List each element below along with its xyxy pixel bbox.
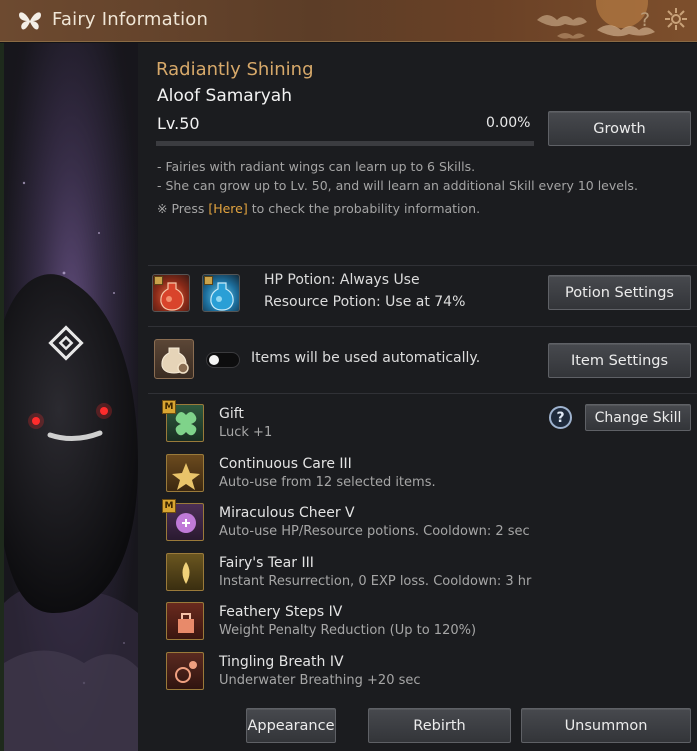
hp-potion-setting: HP Potion: Always Use [264, 272, 420, 288]
description-line: - Fairies with radiant wings can learn u… [157, 159, 476, 174]
window-title: Fairy Information [52, 9, 209, 30]
flask-gear-icon [161, 347, 189, 374]
close-icon[interactable] [664, 7, 688, 31]
fairy-name: Aloof Samaryah [157, 86, 292, 106]
exp-bar [156, 141, 534, 146]
probability-info-link[interactable]: [Here] [208, 201, 247, 216]
skill-name: Gift [219, 406, 244, 422]
fairy-info-panel [138, 43, 697, 751]
fairy-level: Lv.50 [157, 114, 200, 133]
resource-potion-setting: Resource Potion: Use at 74% [264, 294, 466, 310]
hp-potion-icon [152, 274, 190, 312]
cloud-decoration [537, 0, 655, 39]
fairy-rank: Radiantly Shining [156, 59, 314, 80]
fairy-illustration [4, 43, 138, 751]
auto-use-status: Items will be used automatically. [251, 350, 481, 366]
skill-description: Auto-use HP/Resource potions. Cooldown: … [219, 524, 530, 539]
butterfly-icon [19, 12, 41, 30]
toggle-knob [209, 355, 219, 365]
unsummon-button[interactable]: Unsummon [521, 708, 691, 743]
title-bar: Fairy Information ? [0, 0, 697, 42]
item-pouch-icon [154, 339, 194, 379]
fairys-tear-skill-icon [166, 553, 204, 591]
divider [148, 265, 697, 266]
skill-help-icon[interactable]: ? [549, 406, 572, 429]
probability-info-prefix: ※ Press [157, 201, 209, 216]
skill-description: Underwater Breathing +20 sec [219, 673, 421, 688]
potion-badge-icon [154, 276, 163, 285]
divider [148, 326, 697, 327]
skill-description: Instant Resurrection, 0 EXP loss. Cooldo… [219, 574, 532, 589]
skill-name: Miraculous Cheer V [219, 505, 355, 521]
mastery-badge: M [162, 400, 176, 414]
skill-name: Fairy's Tear III [219, 555, 314, 571]
potion-settings-button[interactable]: Potion Settings [548, 275, 691, 310]
probability-info-line: ※ Press [Here] to check the probability … [157, 201, 480, 216]
probability-info-suffix: to check the probability information. [247, 201, 481, 216]
skill-name: Tingling Breath IV [219, 654, 344, 670]
skill-description: Weight Penalty Reduction (Up to 120%) [219, 623, 477, 638]
skill-description: Auto-use from 12 selected items. [219, 475, 436, 490]
feathery-steps-skill-icon [166, 602, 204, 640]
appearance-button[interactable]: Appearance [246, 708, 336, 743]
rebirth-button[interactable]: Rebirth [368, 708, 511, 743]
item-settings-button[interactable]: Item Settings [548, 343, 691, 378]
resource-potion-icon [202, 274, 240, 312]
fairy-portrait [4, 43, 138, 751]
divider [148, 393, 697, 394]
skill-name: Continuous Care III [219, 456, 352, 472]
exp-percent: 0.00% [486, 115, 531, 131]
continuous-care-skill-icon [166, 454, 204, 492]
skill-description: Luck +1 [219, 425, 273, 440]
auto-use-toggle[interactable] [206, 352, 240, 368]
help-icon[interactable]: ? [640, 9, 650, 31]
mastery-badge: M [162, 499, 176, 513]
potion-badge-icon [204, 276, 213, 285]
tingling-breath-skill-icon [166, 652, 204, 690]
growth-button[interactable]: Growth [548, 111, 691, 146]
change-skill-button[interactable]: Change Skill [585, 404, 691, 431]
skill-name: Feathery Steps IV [219, 604, 343, 620]
description-line: - She can grow up to Lv. 50, and will le… [157, 178, 638, 193]
